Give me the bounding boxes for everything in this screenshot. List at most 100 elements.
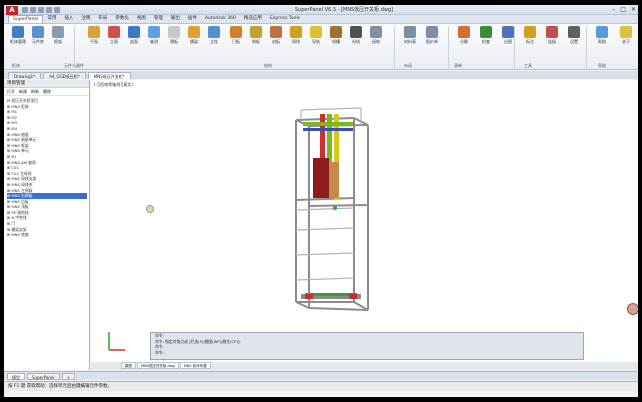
ribbon-tab-bar: SuperPanel 常用 插入 注释 布局 参数化 视图 管理 输出 插件 Autodesk 36…	[4, 15, 638, 24]
tool-icon	[350, 26, 362, 38]
drawing-viewport[interactable]: [-][西南等轴测][真实]	[91, 80, 638, 362]
ribbon-button[interactable]: 出图	[498, 24, 518, 45]
ribbon-tab[interactable]: Autodesk 360	[201, 15, 240, 23]
ribbon-button[interactable]: 框架	[48, 24, 68, 45]
panel-tab[interactable]: +	[61, 372, 75, 380]
ribbon-button-label: 侧板	[252, 39, 260, 44]
command-line[interactable]: 命令: 命令: 指定对角点或 [栏选(F)/圈围(WP)/圈交(CP)]: 命令: 命…	[150, 332, 584, 360]
tree-item[interactable]: ⊞ MNS 底座	[7, 232, 87, 238]
tool-icon	[480, 26, 492, 38]
ribbon-button[interactable]: 门板	[226, 24, 246, 45]
ribbon-button[interactable]: 材料表	[400, 24, 420, 45]
mouse-cursor-icon	[146, 205, 154, 213]
ribbon-tab[interactable]: 输出	[167, 15, 184, 23]
panel-new-button[interactable]: 新建	[19, 88, 27, 95]
tool-icon	[12, 26, 24, 38]
ribbon-button[interactable]: 分解	[454, 24, 474, 45]
ribbon-button[interactable]: 封板	[266, 24, 286, 45]
panel-tab[interactable]: SuperPanel	[27, 372, 60, 380]
ribbon-button[interactable]: 隔板	[164, 24, 184, 45]
window-title: SuperPanel V6.3 - [MNS低压开关柜.dwg]	[294, 7, 394, 13]
frame-brace	[295, 227, 355, 231]
open-icon[interactable]	[30, 7, 36, 13]
drawer-unit	[313, 158, 329, 198]
ribbon-button-label: 铜排	[292, 39, 300, 44]
tool-icon	[108, 26, 120, 38]
ribbon-group-label: 布局	[404, 63, 412, 68]
ribbon-button[interactable]: 线槽	[326, 24, 346, 45]
ribbon-tab[interactable]: 参数化	[111, 15, 133, 23]
user-avatar[interactable]	[627, 303, 638, 315]
frame-top	[300, 107, 362, 111]
ribbon-tab[interactable]: SuperPanel	[8, 15, 44, 23]
project-manager-panel: 项目管理 打开 新建 刷新 删除 ⊟ 低压开关柜项目 ⊞ MNS 柜体 ⊞ M1…	[4, 80, 90, 370]
ribbon-tab[interactable]: 插入	[60, 15, 77, 23]
busbar-horizontal	[303, 122, 353, 126]
ribbon-button[interactable]: 母线	[346, 24, 366, 45]
tool-icon	[32, 26, 44, 38]
ribbon-group-label: 结构	[264, 63, 272, 68]
ribbon-button[interactable]: 轴测	[144, 24, 164, 45]
tool-icon	[88, 26, 100, 38]
ribbon-tab[interactable]: 布局	[94, 15, 111, 23]
panel-open-button[interactable]: 打开	[7, 88, 15, 95]
close-button[interactable]: ✕	[631, 6, 636, 13]
ribbon-button[interactable]: 报价单	[422, 24, 442, 45]
ribbon-button[interactable]: 接地	[366, 24, 386, 45]
ribbon-button[interactable]: 立面	[104, 24, 124, 45]
panel-title: 项目管理	[4, 80, 89, 88]
ribbon-button[interactable]: 元件库	[28, 24, 48, 45]
ribbon-button[interactable]: 柜体管理	[8, 24, 28, 45]
tool-icon	[52, 26, 64, 38]
ribbon-button[interactable]: 横梁	[184, 24, 204, 45]
document-tab[interactable]: A4_GGD低压柜*	[43, 72, 86, 79]
ribbon-button[interactable]: 关于	[616, 24, 636, 45]
panel-delete-button[interactable]: 删除	[43, 88, 51, 95]
tool-icon	[330, 26, 342, 38]
ribbon-button[interactable]: 铜排	[286, 24, 306, 45]
ribbon-button-label: 立面	[110, 39, 118, 44]
redo-icon[interactable]	[54, 7, 60, 13]
tool-icon	[458, 26, 470, 38]
tool-icon	[568, 26, 580, 38]
tool-icon	[128, 26, 140, 38]
ribbon-tab[interactable]: Express Tools	[266, 15, 304, 23]
frame-brace	[295, 277, 355, 281]
layout-tab[interactable]: MNS低压开关柜.dwg	[137, 362, 179, 369]
panel-tab[interactable]: 模型	[7, 372, 25, 380]
ribbon-button-label: 报价单	[426, 39, 438, 44]
ribbon-button[interactable]: 立柱	[204, 24, 224, 45]
undo-icon[interactable]	[46, 7, 52, 13]
cabinet-3d-model[interactable]	[91, 80, 638, 362]
ribbon-button[interactable]: 标注	[520, 24, 540, 45]
ribbon-button[interactable]: 连接	[542, 24, 562, 45]
new-icon[interactable]	[22, 7, 28, 13]
save-icon[interactable]	[38, 7, 44, 13]
app-logo-icon[interactable]: A	[6, 6, 18, 15]
ribbon-button[interactable]: 导轨	[306, 24, 326, 45]
ribbon-button[interactable]: 设置	[564, 24, 584, 45]
ribbon-separator	[586, 26, 587, 68]
ribbon-button[interactable]: 帮助	[592, 24, 612, 45]
ribbon-button-label: 导轨	[312, 39, 320, 44]
ribbon-tab[interactable]: 管理	[150, 15, 167, 23]
ribbon-tab[interactable]: 注释	[77, 15, 94, 23]
tool-icon	[310, 26, 322, 38]
layout-tab[interactable]: 模型	[121, 362, 136, 369]
ribbon-tab[interactable]: 精选应用	[240, 15, 266, 23]
ribbon-tab[interactable]: 插件	[184, 15, 201, 23]
ribbon-button[interactable]: 剖面	[124, 24, 144, 45]
maximize-button[interactable]: □	[620, 6, 626, 13]
document-tab[interactable]: Drawing1*	[8, 72, 42, 79]
panel-refresh-button[interactable]: 刷新	[31, 88, 39, 95]
ribbon-tab[interactable]: 常用	[43, 15, 60, 23]
minimize-button[interactable]: –	[612, 6, 615, 13]
ribbon-tab[interactable]: 视图	[133, 15, 150, 23]
ribbon-button[interactable]: 平面	[84, 24, 104, 45]
ribbon-button-label: 标注	[526, 39, 534, 44]
ribbon-button-label: 横梁	[190, 39, 198, 44]
document-tab[interactable]: MNS低压开关柜*	[87, 72, 131, 79]
ribbon-button[interactable]: 检查	[476, 24, 496, 45]
ribbon-button[interactable]: 侧板	[246, 24, 266, 45]
layout-tab[interactable]: MNS 柜体布置	[179, 362, 211, 369]
